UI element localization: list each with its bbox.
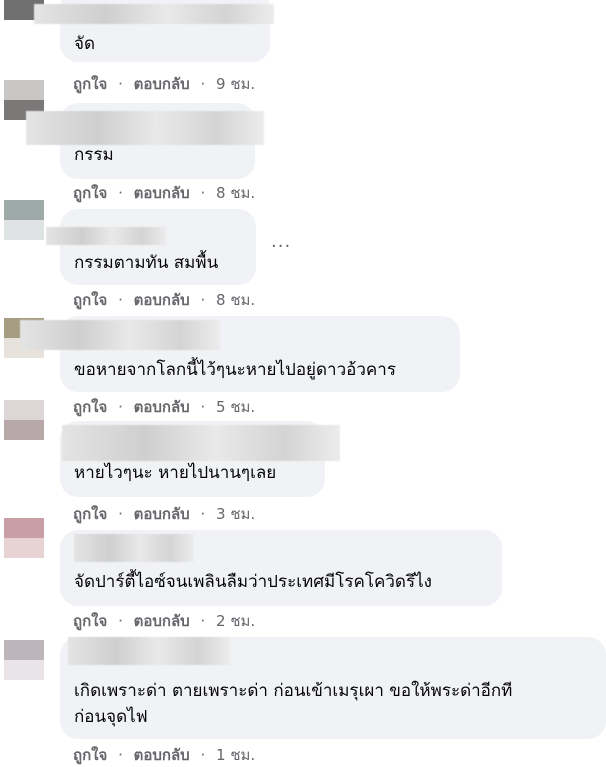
commenter-name[interactable] [26,111,264,145]
comment-bubble: จัด [34,0,274,62]
comment-bubble: เกิดเพราะด่า ตายเพราะด่า ก่อนเข้าเมรุเผา… [60,637,606,739]
comment-bubble: กรรมตามทัน สมพื้น [46,209,256,285]
comment-text: กรรม [74,145,114,165]
commenter-name[interactable] [46,227,166,245]
timestamp[interactable]: 9 ชม. [216,75,255,93]
like-button[interactable]: ถูกใจ [73,184,107,202]
reply-button[interactable]: ตอบกลับ [134,398,190,416]
like-button[interactable]: ถูกใจ [73,291,107,309]
like-button[interactable]: ถูกใจ [73,505,107,523]
commenter-name[interactable] [68,637,230,665]
comment-text: จัด [74,34,96,54]
comment-bubble: กรรม [26,103,264,179]
reply-button[interactable]: ตอบกลับ [134,75,190,93]
avatar[interactable] [4,200,44,240]
comment-text: กรรมตามทัน สมพื้น [74,253,219,273]
like-button[interactable]: ถูกใจ [73,398,107,416]
timestamp[interactable]: 8 ชม. [216,184,255,202]
avatar[interactable] [4,640,44,680]
comment-meta: ถูกใจ · ตอบกลับ · 5 ชม. [73,398,256,416]
timestamp[interactable]: 1 ชม. [216,746,255,764]
timestamp[interactable]: 8 ชม. [216,291,255,309]
comment-text-line-1: เกิดเพราะด่า ตายเพราะด่า ก่อนเข้าเมรุเผา… [74,681,513,701]
comment-meta: ถูกใจ · ตอบกลับ · 1 ชม. [73,746,256,764]
comment-meta: ถูกใจ · ตอบกลับ · 2 ชม. [73,612,256,630]
comment-bubble: หายไวๆนะ หายไปนานๆเลย [60,421,340,497]
reply-button[interactable]: ตอบกลับ [134,184,190,202]
commenter-name[interactable] [34,4,274,24]
comment-meta: ถูกใจ · ตอบกลับ · 3 ชม. [73,505,256,523]
avatar[interactable] [4,518,44,558]
commenter-name[interactable] [62,425,340,461]
comment-text: ขอหายจากโลกนี้ไว้ๆนะหายไปอยู่ดาวอ้วคาร [74,360,396,380]
comment-text: หายไวๆนะ หายไปนานๆเลย [74,463,277,483]
timestamp[interactable]: 2 ชม. [216,612,255,630]
comment-meta: ถูกใจ · ตอบกลับ · 8 ชม. [73,184,256,202]
comment-text: จัดปาร์ตี้ไอซ์จนเพลินลืมว่าประเทศมีโรคโค… [74,572,432,592]
like-button[interactable]: ถูกใจ [73,746,107,764]
reply-button[interactable]: ตอบกลับ [134,505,190,523]
comment-meta: ถูกใจ · ตอบกลับ · 9 ชม. [73,75,256,93]
reply-button[interactable]: ตอบกลับ [134,746,190,764]
like-button[interactable]: ถูกใจ [73,612,107,630]
timestamp[interactable]: 5 ชม. [216,398,255,416]
timestamp[interactable]: 3 ชม. [216,505,255,523]
commenter-name[interactable] [20,320,220,350]
comment-meta: ถูกใจ · ตอบกลับ · 8 ชม. [73,291,256,309]
comment-text-line-2: ก่อนจุดไฟ [74,707,148,727]
commenter-name[interactable] [74,534,194,562]
like-button[interactable]: ถูกใจ [73,75,107,93]
more-options-button[interactable]: ··· [271,236,291,257]
comment-bubble: จัดปาร์ตี้ไอซ์จนเพลินลืมว่าประเทศมีโรคโค… [60,530,502,606]
comment-bubble: ขอหายจากโลกนี้ไว้ๆนะหายไปอยู่ดาวอ้วคาร [20,316,460,392]
reply-button[interactable]: ตอบกลับ [134,291,190,309]
avatar[interactable] [4,400,44,440]
reply-button[interactable]: ตอบกลับ [134,612,190,630]
